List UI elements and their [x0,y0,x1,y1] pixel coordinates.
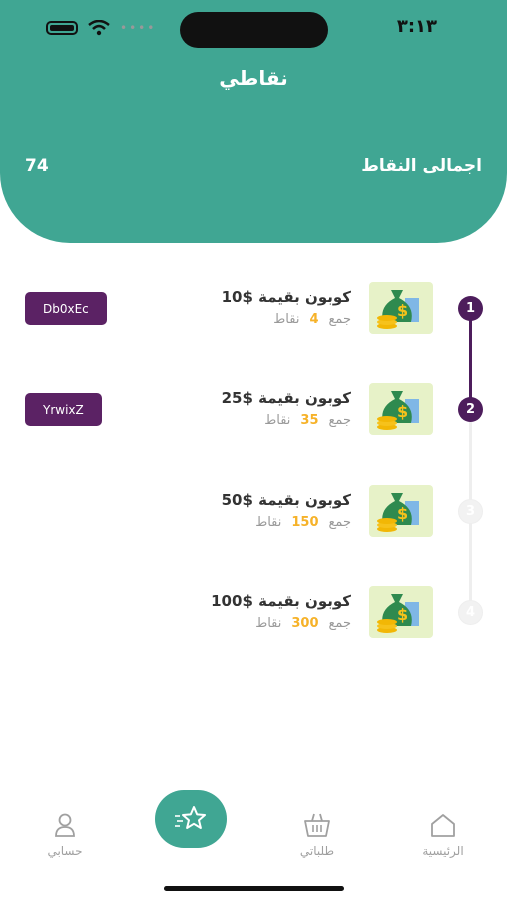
svg-text:$: $ [397,301,408,320]
coupon-code-badge[interactable]: YrwixZ [25,393,102,426]
coupon-code-badge[interactable]: Db0xEc [25,292,107,325]
total-points-label: اجمالى النقاط [361,156,482,176]
coupon-requirement: جمع 300 نقاط [255,616,351,631]
coupon-requirement: جمع 4 نقاط [273,312,351,327]
tab-home-label: الرئيسية [422,844,464,858]
collect-label: جمع [328,413,351,428]
money-bag-icon: $ [369,586,433,638]
points-unit: نقاط [255,616,282,631]
required-points: 150 [291,515,319,530]
user-icon [55,813,75,837]
tab-account-label: حسابي [47,844,83,858]
coupon-title: كوبون بقيمة $10 [221,288,351,306]
points-unit: نقاط [255,515,282,530]
tab-home[interactable]: الرئيسية [398,812,488,858]
collect-label: جمع [328,515,351,530]
coupon-title: كوبون بقيمة $50 [221,491,351,509]
page-title: نقاطي [219,66,288,90]
signal-icon: •••• [120,21,157,35]
home-indicator [164,886,344,891]
money-bag-icon: $ [369,282,433,334]
coupon-row[interactable]: $ كوبون بقيمة $25 جمع 35 نقاط YrwixZ [0,383,507,443]
status-bar: •••• ٣:١٣ [0,0,507,60]
required-points: 35 [300,413,319,428]
money-bag-icon: $ [369,485,433,537]
coupon-title: كوبون بقيمة $25 [221,389,351,407]
points-unit: نقاط [264,413,291,428]
svg-text:$: $ [397,605,408,624]
tab-points[interactable] [155,790,227,848]
svg-text:$: $ [397,402,408,421]
coupon-row[interactable]: $ كوبون بقيمة $50 جمع 150 نقاط [0,485,507,545]
total-points-value: 74 [25,156,49,176]
star-icon [175,806,206,829]
battery-icon [46,21,78,35]
required-points: 300 [291,616,319,631]
svg-text:$: $ [397,504,408,523]
money-bag-icon: $ [369,383,433,435]
coupon-row[interactable]: $ كوبون بقيمة $100 جمع 300 نقاط [0,586,507,646]
home-icon [431,814,455,837]
coupon-title: كوبون بقيمة $100 [211,592,351,610]
basket-icon [304,813,330,837]
wifi-icon [88,20,110,36]
coupon-row[interactable]: $ كوبون بقيمة $10 جمع 4 نقاط Db0xEc [0,282,507,342]
coupon-requirement: جمع 150 نقاط [255,515,351,530]
status-icons: •••• [46,20,156,36]
dynamic-island [180,12,328,48]
collect-label: جمع [328,616,351,631]
tab-account[interactable]: حسابي [20,812,110,858]
bottom-tab-bar: حسابي طلباتي الرئيسية [0,790,507,900]
coupon-requirement: جمع 35 نقاط [264,413,351,428]
status-time: ٣:١٣ [396,16,437,37]
collect-label: جمع [328,312,351,327]
required-points: 4 [309,312,319,327]
points-unit: نقاط [273,312,300,327]
tab-orders-label: طلباتي [299,844,335,858]
tab-orders[interactable]: طلباتي [272,812,362,858]
